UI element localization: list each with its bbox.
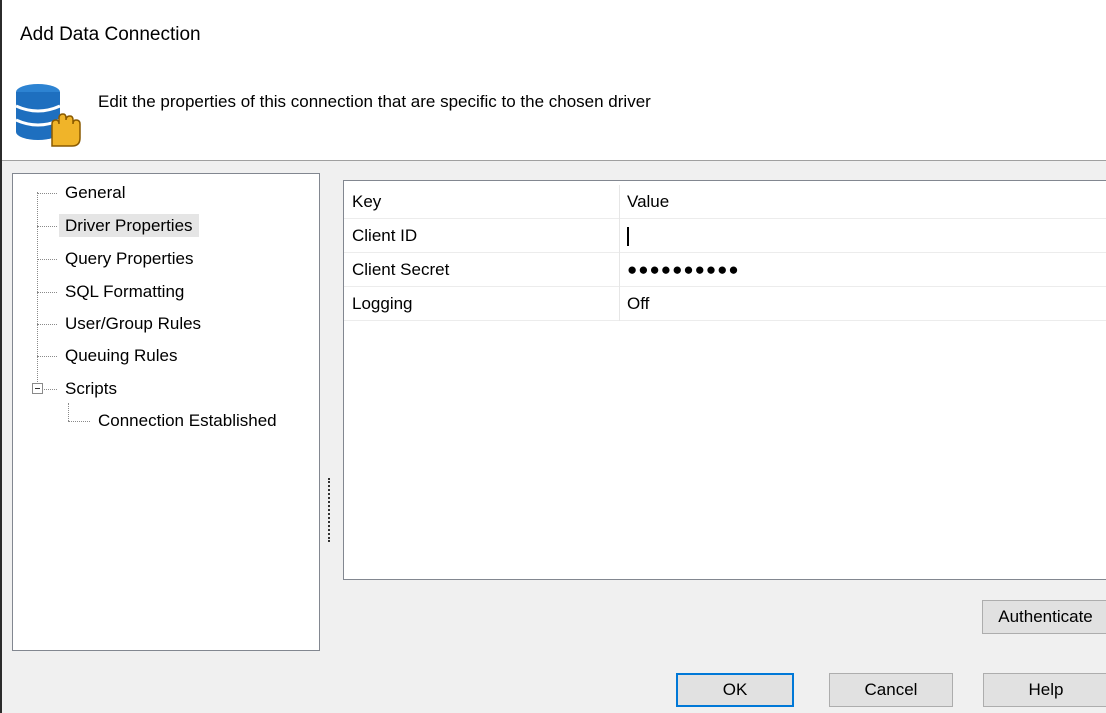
grid-header-row: Key Value xyxy=(344,185,1106,219)
splitter-handle[interactable] xyxy=(328,478,331,542)
tree-item-scripts[interactable]: Scripts xyxy=(59,374,123,404)
logging-value[interactable]: Off xyxy=(627,294,649,314)
property-key: Client ID xyxy=(352,226,418,245)
settings-tree: General Driver Properties Query Properti… xyxy=(12,173,320,651)
database-lock-icon xyxy=(15,84,81,147)
client-secret-input[interactable]: ●●●●●●●●●● xyxy=(627,260,740,280)
tree-item-driver-properties[interactable]: Driver Properties xyxy=(59,211,199,241)
tree-item-connection-established[interactable]: Connection Established xyxy=(92,406,283,436)
tree-item-label: User/Group Rules xyxy=(65,314,202,333)
value-column-header[interactable]: Value xyxy=(627,192,669,212)
tree-item-label: Queuing Rules xyxy=(65,346,178,365)
tree-item-query-properties[interactable]: Query Properties xyxy=(59,244,200,274)
ok-button[interactable]: OK xyxy=(676,673,794,707)
authenticate-button[interactable]: Authenticate xyxy=(982,600,1106,634)
driver-properties-grid: Key Value Client ID Client Secret ●●●●●●… xyxy=(343,180,1106,580)
table-row[interactable]: Client ID xyxy=(344,219,1106,253)
dialog-header: Add Data Connection Edit the properties … xyxy=(2,0,1106,161)
tree-item-label: Connection Established xyxy=(98,411,277,430)
key-column-header[interactable]: Key xyxy=(352,192,381,212)
tree-item-label: Driver Properties xyxy=(59,214,199,237)
cancel-button[interactable]: Cancel xyxy=(829,673,953,707)
tree-item-general[interactable]: General xyxy=(59,178,131,208)
tree-item-sql-formatting[interactable]: SQL Formatting xyxy=(59,277,190,307)
tree-item-label: SQL Formatting xyxy=(65,282,185,301)
table-row[interactable]: Logging Off xyxy=(344,287,1106,321)
dialog-subtitle: Edit the properties of this connection t… xyxy=(98,92,651,111)
tree-item-label: Query Properties xyxy=(65,249,194,268)
tree-item-queuing-rules[interactable]: Queuing Rules xyxy=(59,341,183,371)
text-caret xyxy=(627,227,629,246)
tree-item-user-group-rules[interactable]: User/Group Rules xyxy=(59,309,207,339)
help-button[interactable]: Help xyxy=(983,673,1106,707)
property-key: Client Secret xyxy=(352,260,450,279)
tree-item-label: Scripts xyxy=(65,379,117,398)
tree-item-label: General xyxy=(65,183,126,202)
collapse-icon[interactable] xyxy=(32,383,43,394)
dialog-title: Add Data Connection xyxy=(20,24,201,45)
add-data-connection-dialog: Add Data Connection Edit the properties … xyxy=(0,0,1106,713)
table-row[interactable]: Client Secret ●●●●●●●●●● xyxy=(344,253,1106,287)
property-key: Logging xyxy=(352,294,413,313)
